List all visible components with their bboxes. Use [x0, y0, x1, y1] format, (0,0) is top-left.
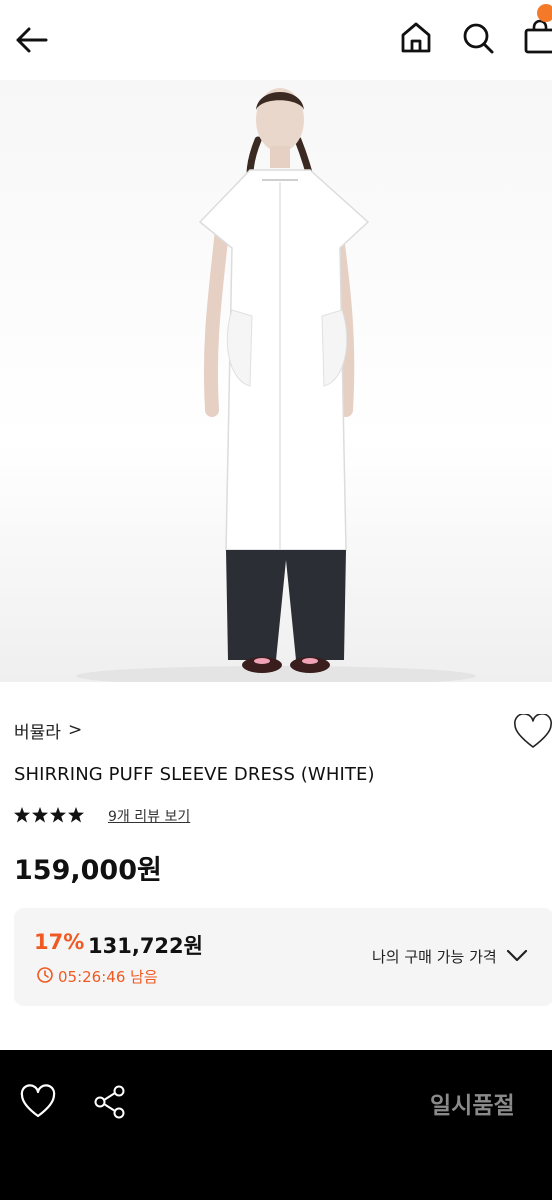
product-title: SHIRRING PUFF SLEEVE DRESS (WHITE) — [14, 764, 375, 785]
my-price-label[interactable]: 나의 구매 가능 가격 — [372, 946, 497, 967]
arrow-left-icon[interactable] — [12, 20, 52, 60]
home-icon[interactable] — [396, 18, 436, 58]
bottom-action-bar: 일시품절 — [0, 1050, 552, 1200]
heart-outline-icon[interactable] — [18, 1084, 58, 1120]
product-price: 159,000원 — [14, 855, 162, 886]
chevron-down-icon[interactable] — [504, 944, 530, 966]
review-link[interactable]: 9개 리뷰 보기 — [108, 806, 190, 826]
countdown-timer: 05:26:46 남음 — [58, 968, 158, 986]
search-icon[interactable] — [458, 18, 498, 58]
product-image[interactable] — [0, 80, 552, 682]
shopping-bag-icon[interactable] — [520, 18, 552, 58]
discount-rate: 17% — [34, 930, 85, 954]
sold-out-status: 일시품절 — [430, 1093, 515, 1119]
model-illustration — [76, 88, 476, 682]
star-rating-icon — [14, 807, 84, 823]
top-navigation-bar — [0, 0, 552, 80]
heart-outline-icon[interactable] — [513, 714, 552, 750]
product-info: 버뮬라 > SHIRRING PUFF SLEEVE DRESS (WHITE)… — [0, 682, 552, 1050]
discount-price-box[interactable]: 17% 131,722원 05:26:46 남음 나의 구매 가능 가격 — [14, 908, 552, 1006]
share-icon[interactable] — [92, 1084, 128, 1120]
cart-badge — [537, 4, 552, 22]
clock-icon — [37, 967, 53, 983]
brand-name[interactable]: 버뮬라 — [14, 718, 61, 743]
discount-price: 131,722원 — [88, 934, 203, 958]
brand-chevron-icon[interactable]: > — [68, 720, 82, 740]
